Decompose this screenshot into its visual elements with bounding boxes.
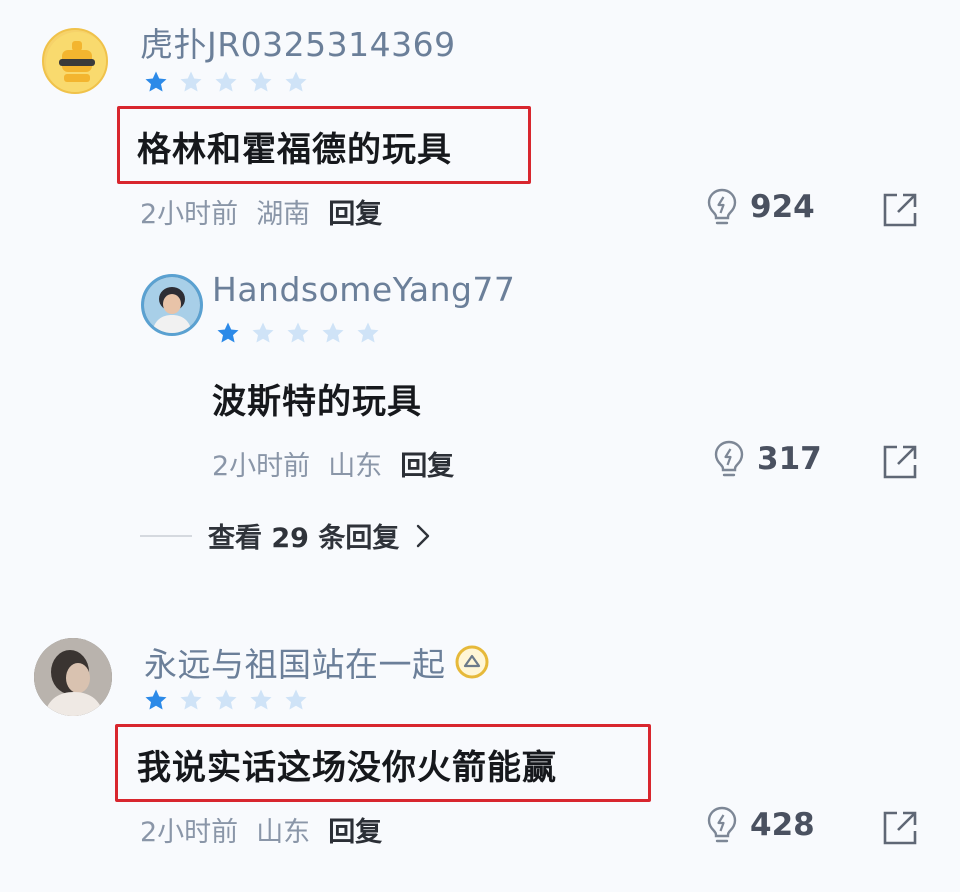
- robot-sunglasses-icon: [46, 32, 106, 92]
- reply-button[interactable]: 回复: [400, 444, 454, 483]
- chevron-right-icon: [417, 524, 430, 547]
- divider: [140, 534, 192, 537]
- share-icon[interactable]: [880, 808, 920, 848]
- star-empty-icon: [285, 689, 307, 710]
- comment-meta: 2小时前 湖南 回复: [140, 192, 382, 231]
- username-text: 永远与祖国站在一起: [144, 645, 446, 684]
- rating-stars: [144, 688, 308, 712]
- star-empty-icon: [322, 322, 344, 343]
- share-icon[interactable]: [880, 190, 920, 230]
- star-filled-icon: [145, 689, 167, 710]
- star-empty-icon: [250, 689, 272, 710]
- star-empty-icon: [215, 689, 237, 710]
- like-count: 924: [750, 189, 815, 225]
- comment-text: 我说实话这场没你火箭能赢: [137, 748, 557, 788]
- comment-text: 格林和霍福德的玩具: [137, 130, 452, 170]
- view-more-replies[interactable]: 查看 29 条回复: [140, 516, 431, 555]
- badge-icon: [455, 645, 488, 679]
- username[interactable]: 永远与祖国站在一起: [144, 638, 490, 686]
- star-empty-icon: [287, 322, 309, 343]
- star-empty-icon: [180, 689, 202, 710]
- lightbulb-icon: [714, 440, 744, 477]
- view-more-label[interactable]: 查看 29 条回复: [208, 516, 399, 555]
- rating-stars: [216, 321, 380, 345]
- comment-meta: 2小时前 山东 回复: [212, 444, 454, 483]
- reply-button[interactable]: 回复: [328, 192, 382, 231]
- username[interactable]: HandsomeYang77: [212, 270, 515, 309]
- lightbulb-icon: [707, 806, 737, 843]
- location: 湖南: [256, 199, 311, 230]
- avatar[interactable]: [42, 28, 108, 94]
- username[interactable]: 虎扑JR0325314369: [140, 18, 456, 66]
- star-empty-icon: [250, 71, 272, 92]
- star-empty-icon: [357, 322, 379, 343]
- timestamp: 2小时前: [212, 451, 311, 482]
- location: 山东: [256, 817, 311, 848]
- location: 山东: [328, 451, 383, 482]
- lightbulb-icon: [707, 188, 737, 225]
- like-button[interactable]: 317: [713, 440, 822, 478]
- share-icon[interactable]: [880, 442, 920, 482]
- like-button[interactable]: 428: [706, 806, 815, 844]
- like-count: 428: [750, 807, 815, 843]
- star-empty-icon: [215, 71, 237, 92]
- timestamp: 2小时前: [140, 199, 239, 230]
- timestamp: 2小时前: [140, 817, 239, 848]
- avatar[interactable]: [141, 274, 203, 336]
- reply-item: HandsomeYang77 波斯特的玩具 2小时前 山东 回复 317: [0, 250, 960, 500]
- like-button[interactable]: 924: [706, 188, 815, 226]
- reply-button[interactable]: 回复: [328, 810, 382, 849]
- avatar[interactable]: [34, 638, 112, 716]
- like-count: 317: [757, 441, 822, 477]
- star-empty-icon: [252, 322, 274, 343]
- rating-stars: [144, 70, 308, 94]
- person-photo-icon: [144, 277, 200, 333]
- comment-item: 永远与祖国站在一起 我说实话这场没你火箭能赢 2小时前 山东 回复 428: [0, 620, 960, 892]
- star-empty-icon: [285, 71, 307, 92]
- star-empty-icon: [180, 71, 202, 92]
- star-filled-icon: [145, 71, 167, 92]
- comment-item: 虎扑JR0325314369 格林和霍福德的玩具 2小时前 湖南 回复 924: [0, 0, 960, 250]
- comment-text: 波斯特的玩具: [212, 382, 422, 422]
- star-filled-icon: [217, 322, 239, 343]
- person-photo-icon: [34, 638, 112, 716]
- comment-meta: 2小时前 山东 回复: [140, 810, 382, 849]
